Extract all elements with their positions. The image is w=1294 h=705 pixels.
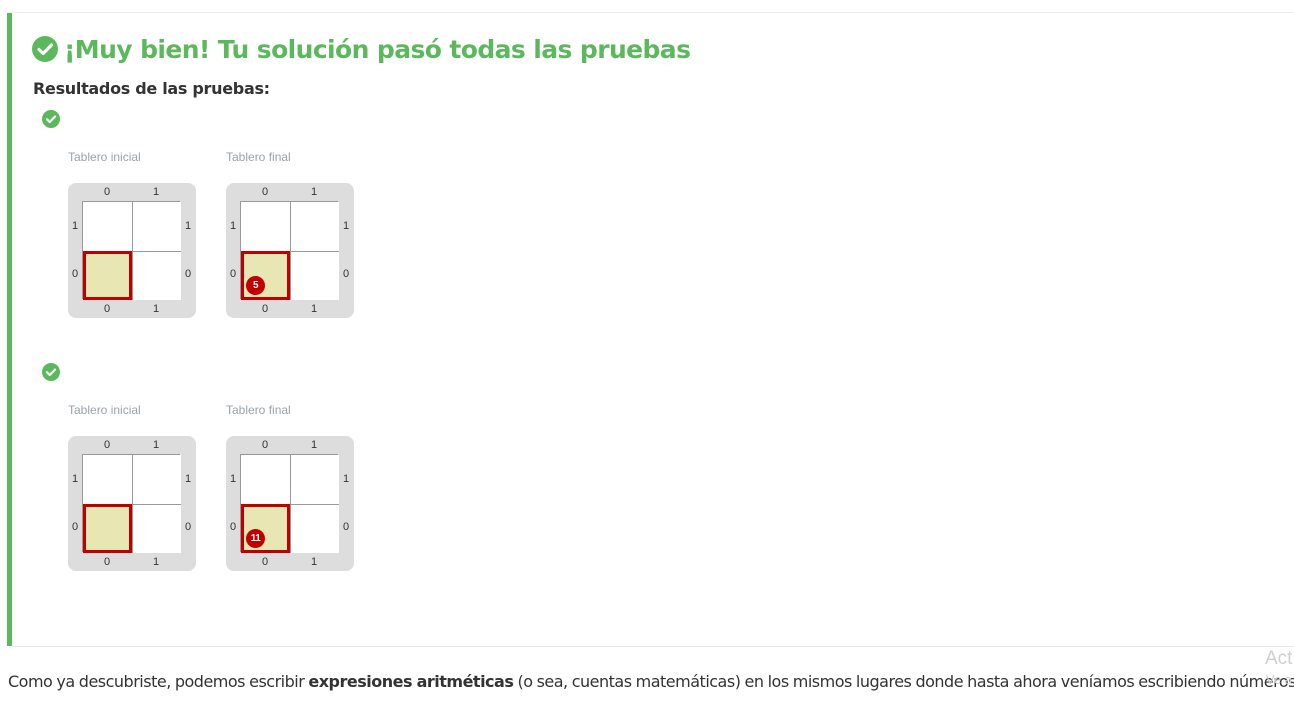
initial-board-group: Tablero inicial 0 1 0 1 1 0 1 0: [68, 150, 196, 318]
activation-watermark-title: Act: [1265, 648, 1293, 669]
head-cell: [83, 504, 132, 553]
initial-board-group: Tablero inicial 0 1 0 1 1 0 1 0: [68, 403, 196, 571]
board-caption: Tablero final: [226, 403, 291, 417]
red-ball-count: 5: [246, 276, 265, 295]
board-cell: [83, 202, 132, 251]
row-label: 0: [184, 521, 192, 533]
column-label: 0: [103, 186, 111, 198]
check-circle-icon: [42, 110, 60, 128]
board-caption: Tablero inicial: [68, 150, 141, 164]
column-label: 0: [103, 556, 111, 568]
result-headline: ¡Muy bien! Tu solución pasó todas las pr…: [32, 34, 691, 64]
row-label: 1: [342, 220, 350, 232]
board-grid: [82, 454, 181, 553]
row-label: 1: [184, 473, 192, 485]
column-label: 0: [261, 186, 269, 198]
row-label: 1: [229, 220, 237, 232]
column-label: 1: [310, 303, 318, 315]
column-label: 0: [261, 556, 269, 568]
row-label: 0: [71, 521, 79, 533]
board-grid: 11: [240, 454, 339, 553]
board-grid: [82, 201, 181, 300]
final-board-group: Tablero final 0 1 0 1 1 0 1 0 5: [226, 150, 354, 318]
column-label: 1: [310, 186, 318, 198]
test-result-2: Tablero inicial 0 1 0 1 1 0 1 0 Tablero …: [40, 363, 400, 593]
activation-watermark-subtitle: Ve a: [1266, 672, 1293, 687]
column-label: 0: [261, 303, 269, 315]
board-cell: [83, 455, 132, 504]
paragraph-bold-term: expresiones aritméticas: [308, 672, 514, 691]
row-label: 1: [342, 473, 350, 485]
row-label: 1: [71, 220, 79, 232]
final-board: 0 1 0 1 1 0 1 0 5: [226, 183, 354, 318]
final-board-group: Tablero final 0 1 0 1 1 0 1 0 11: [226, 403, 354, 571]
board-cell: [290, 202, 339, 251]
row-label: 1: [71, 473, 79, 485]
headline-text: ¡Muy bien! Tu solución pasó todas las pr…: [64, 34, 691, 64]
column-label: 1: [152, 439, 160, 451]
column-label: 1: [310, 556, 318, 568]
initial-board: 0 1 0 1 1 0 1 0: [68, 436, 196, 571]
board-cell: [241, 202, 290, 251]
head-cell: 5: [241, 251, 290, 300]
column-label: 0: [261, 439, 269, 451]
test-results-heading: Resultados de las pruebas:: [33, 79, 270, 98]
board-cell: [241, 455, 290, 504]
check-circle-icon: [32, 36, 58, 62]
row-label: 0: [184, 268, 192, 280]
column-label: 1: [152, 303, 160, 315]
test-result-1: Tablero inicial 0 1 0 1 1 0 1 0 Tablero …: [40, 110, 400, 340]
board-cell: [290, 251, 339, 300]
row-label: 1: [184, 220, 192, 232]
check-circle-icon: [42, 363, 60, 381]
board-cell: [132, 455, 181, 504]
row-label: 0: [342, 268, 350, 280]
board-caption: Tablero inicial: [68, 403, 141, 417]
row-label: 0: [342, 521, 350, 533]
column-label: 1: [310, 439, 318, 451]
paragraph-text: (o sea, cuentas matemáticas) en los mism…: [513, 672, 1294, 691]
final-board: 0 1 0 1 1 0 1 0 11: [226, 436, 354, 571]
head-cell: 11: [241, 504, 290, 553]
board-caption: Tablero final: [226, 150, 291, 164]
board-cell: [132, 202, 181, 251]
board-cell: [290, 455, 339, 504]
row-label: 0: [229, 268, 237, 280]
column-label: 1: [152, 556, 160, 568]
row-label: 0: [71, 268, 79, 280]
board-cell: [290, 504, 339, 553]
column-label: 1: [152, 186, 160, 198]
board-cell: [132, 504, 181, 553]
column-label: 0: [103, 439, 111, 451]
row-label: 1: [229, 473, 237, 485]
initial-board: 0 1 0 1 1 0 1 0: [68, 183, 196, 318]
board-cell: [132, 251, 181, 300]
board-grid: 5: [240, 201, 339, 300]
paragraph-text: Como ya descubriste, podemos escribir: [8, 672, 309, 691]
column-label: 0: [103, 303, 111, 315]
row-label: 0: [229, 521, 237, 533]
bottom-divider: [12, 646, 1294, 647]
head-cell: [83, 251, 132, 300]
red-ball-count: 11: [246, 529, 265, 548]
lesson-paragraph: Como ya descubriste, podemos escribir ex…: [8, 672, 1294, 691]
